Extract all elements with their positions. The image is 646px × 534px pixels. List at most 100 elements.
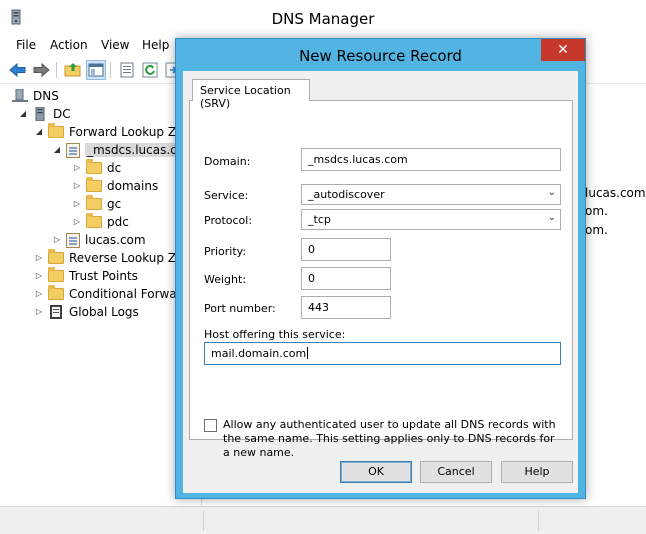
log-book-icon <box>50 305 62 319</box>
priority-field[interactable]: 0 <box>301 238 391 261</box>
close-icon: ✕ <box>557 42 569 58</box>
folder-icon <box>48 267 64 282</box>
folder-icon <box>86 177 102 192</box>
tree-node-domains[interactable]: ▷ domains <box>72 177 158 195</box>
tree-node-forward-lookup-zones[interactable]: ◢ Forward Lookup Zo <box>34 123 183 141</box>
service-value: _autodiscover <box>308 188 385 201</box>
folder-icon <box>86 159 102 174</box>
tree-label-forward-lookup-zones: Forward Lookup Zo <box>69 125 184 139</box>
close-button[interactable]: ✕ <box>541 39 585 61</box>
tree-node-pdc[interactable]: ▷ pdc <box>72 213 129 231</box>
folder-icon <box>86 195 102 210</box>
expand-triangle-icon[interactable]: ▷ <box>72 163 82 173</box>
tree-node-dns[interactable]: DNS <box>12 87 59 105</box>
tree-label-pdc: pdc <box>107 215 129 229</box>
weight-field[interactable]: 0 <box>301 267 391 290</box>
status-cell <box>203 511 538 531</box>
tree-label-conditional-forwarders: Conditional Forward <box>69 287 190 301</box>
dns-icon <box>12 89 28 102</box>
tree-node-gc[interactable]: ▷ gc <box>72 195 121 213</box>
show-hide-tree-icon[interactable] <box>86 60 106 80</box>
expand-triangle-icon[interactable]: ▷ <box>34 307 44 317</box>
title-bar: DNS Manager <box>0 0 646 36</box>
port-number-field[interactable]: 443 <box>301 296 391 319</box>
protocol-select[interactable]: _tcp ⌄ <box>301 209 561 230</box>
menu-file[interactable]: File <box>16 38 36 52</box>
expand-triangle-icon[interactable]: ▷ <box>34 271 44 281</box>
protocol-label: Protocol: <box>204 214 253 227</box>
tree-label-global-logs: Global Logs <box>69 305 139 319</box>
tree-node-reverse-lookup-zones[interactable]: ▷ Reverse Lookup Zo <box>34 249 183 267</box>
console-tree: DNS ◢ DC ◢ Forward Lookup Zo ◢ _msdcs.lu… <box>0 85 202 505</box>
expand-triangle-icon[interactable]: ▷ <box>34 253 44 263</box>
tree-node-lucas-zone[interactable]: ▷ lucas.com <box>52 231 146 249</box>
domain-label: Domain: <box>204 155 251 168</box>
tree-node-trust-points[interactable]: ▷ Trust Points <box>34 267 138 285</box>
status-bar <box>0 506 646 534</box>
ok-button[interactable]: OK <box>340 461 412 483</box>
priority-label: Priority: <box>204 245 247 258</box>
tree-label-dc-folder: dc <box>107 161 122 175</box>
refresh-icon[interactable] <box>140 60 160 80</box>
expand-triangle-icon[interactable]: ▷ <box>72 181 82 191</box>
host-value: mail.domain.com <box>211 347 307 360</box>
dialog-body: Service Location (SRV) Domain: _msdcs.lu… <box>183 71 578 493</box>
status-cell <box>538 511 646 531</box>
up-folder-icon[interactable] <box>63 60 83 80</box>
host-field[interactable]: mail.domain.com <box>204 342 561 365</box>
tree-label-reverse-lookup-zones: Reverse Lookup Zo <box>69 251 184 265</box>
cancel-button[interactable]: Cancel <box>420 461 492 483</box>
text-cursor <box>307 347 309 359</box>
tree-node-dc[interactable]: ◢ DC <box>18 105 71 123</box>
back-arrow-icon[interactable] <box>8 60 28 80</box>
weight-label: Weight: <box>204 273 247 286</box>
record-data-text: lucas.com., <box>585 186 646 200</box>
tree-node-global-logs[interactable]: ▷ Global Logs <box>34 303 139 321</box>
record-data-text: om. <box>585 204 608 218</box>
new-resource-record-dialog: New Resource Record ✕ Service Location (… <box>175 38 586 499</box>
expand-triangle-icon[interactable]: ▷ <box>34 289 44 299</box>
record-data-text: om. <box>585 223 608 237</box>
chevron-down-icon: ⌄ <box>547 187 556 198</box>
allow-update-checkbox[interactable] <box>204 419 217 432</box>
menu-help[interactable]: Help <box>142 38 169 52</box>
server-icon <box>35 107 45 121</box>
allow-update-option: Allow any authenticated user to update a… <box>204 418 564 460</box>
tree-label-domains: domains <box>107 179 159 193</box>
collapse-triangle-icon[interactable]: ◢ <box>18 109 28 119</box>
expand-triangle-icon[interactable]: ▷ <box>52 235 62 245</box>
menu-view[interactable]: View <box>101 38 129 52</box>
tree-node-dc-folder[interactable]: ▷ dc <box>72 159 121 177</box>
tree-label-gc: gc <box>107 197 122 211</box>
service-label: Service: <box>204 189 249 202</box>
help-button[interactable]: Help <box>501 461 573 483</box>
chevron-down-icon: ⌄ <box>547 212 556 223</box>
allow-update-label: Allow any authenticated user to update a… <box>223 418 556 459</box>
expand-triangle-icon[interactable]: ▷ <box>72 217 82 227</box>
tree-label-dc: DC <box>53 107 71 121</box>
tree-label-trust-points: Trust Points <box>69 269 138 283</box>
dialog-title: New Resource Record <box>299 47 462 65</box>
port-number-label: Port number: <box>204 302 276 315</box>
service-select[interactable]: _autodiscover ⌄ <box>301 184 561 205</box>
properties-icon[interactable] <box>117 60 137 80</box>
menu-action[interactable]: Action <box>50 38 88 52</box>
tab-service-location-srv[interactable]: Service Location (SRV) <box>192 79 310 110</box>
expand-triangle-icon[interactable]: ▷ <box>72 199 82 209</box>
window-title: DNS Manager <box>271 10 375 28</box>
collapse-triangle-icon[interactable]: ◢ <box>52 145 62 155</box>
forward-arrow-icon[interactable] <box>31 60 51 80</box>
collapse-triangle-icon[interactable]: ◢ <box>34 127 44 137</box>
tree-node-conditional-forwarders[interactable]: ▷ Conditional Forward <box>34 285 189 303</box>
domain-field[interactable]: _msdcs.lucas.com <box>301 148 561 171</box>
folder-icon <box>48 285 64 300</box>
folder-icon <box>86 213 102 228</box>
folder-icon <box>48 249 64 264</box>
srv-tab-panel: Domain: _msdcs.lucas.com Service: _autod… <box>189 100 573 459</box>
zone-icon <box>66 232 80 248</box>
tree-node-msdcs-zone[interactable]: ◢ _msdcs.lucas.co <box>52 141 187 159</box>
tree-label-lucas-zone: lucas.com <box>85 233 146 247</box>
zone-icon <box>66 142 80 158</box>
toolbar-separator <box>110 62 111 78</box>
host-label: Host offering this service: <box>204 328 346 341</box>
